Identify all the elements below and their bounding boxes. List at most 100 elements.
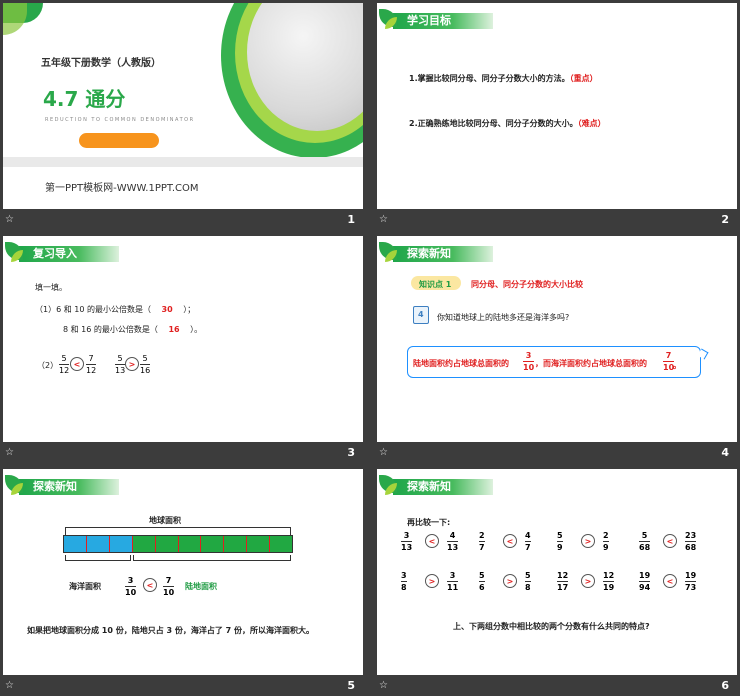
slide-number: 4 <box>721 446 729 459</box>
fraction: 4 13 <box>447 531 459 552</box>
fraction: 47 <box>525 531 531 552</box>
compare-circle: > <box>581 534 595 548</box>
line-1-end: ）； <box>183 305 196 314</box>
segment-land <box>201 536 225 552</box>
compare-circle: > <box>425 574 439 588</box>
answer-2: 16 <box>168 325 180 334</box>
star-icon[interactable]: ☆ <box>5 447 14 459</box>
fraction: 5 13 <box>115 354 126 375</box>
fraction: 5 12 <box>59 354 70 375</box>
knowledge-point-text: 同分母、同分子分数的大小比较 <box>471 280 583 289</box>
slide-footer: ☆ 4 <box>377 445 737 461</box>
compare-circle: > <box>581 574 595 588</box>
slide-canvas: 探索新知 知识点 1 同分母、同分子分数的大小比较 4 你知道地球上的陆地多还是… <box>377 236 737 442</box>
compare-circle: < <box>503 534 517 548</box>
slide-thumbnail-6[interactable]: 探索新知 再比较一下: 3 13 <4 13 2 7 <4 7 5 9 >2 9 5 68 <23 68 3 8 >… <box>377 469 737 694</box>
fraction: 7 10 <box>163 576 175 597</box>
fraction: 59 <box>557 531 563 552</box>
segment-land <box>132 536 156 552</box>
star-icon[interactable]: ☆ <box>5 680 14 692</box>
segment-ocean <box>109 536 133 552</box>
header-title: 探索新知 <box>33 480 77 493</box>
fraction: 38 <box>401 571 407 592</box>
answer-1: 30 <box>161 305 173 314</box>
summary-text: 如果把地球面积分成 10 份，陆地只占 3 份，海洋占了 7 份，所以海洋面积大… <box>27 626 314 635</box>
ocean-area-label: 海洋面积 <box>69 582 101 591</box>
goal-1-text: 1.掌握比较同分母、同分子分数大小的方法。 <box>409 74 570 83</box>
fraction: 12 17 <box>557 571 569 592</box>
fraction: 3 13 <box>401 531 413 552</box>
task-label: 填一填。 <box>35 283 67 292</box>
section-header: 探索新知 <box>377 475 493 495</box>
fraction: 7 12 <box>86 354 97 375</box>
slide-canvas: 探索新知 地球面积 海洋面积 3 10 < 7 10 陆地面积 如果把地球面积分成 … <box>3 469 363 675</box>
segment-ocean <box>86 536 110 552</box>
segment-land <box>247 536 271 552</box>
land-area-label: 陆地面积 <box>185 582 217 591</box>
bubble-text-b: ，而海洋面积约占地球总面积的 <box>535 359 647 368</box>
slide-thumbnail-5[interactable]: 探索新知 地球面积 海洋面积 3 10 < 7 10 陆地面积 如果把地球面积分成 … <box>3 469 363 694</box>
header-title: 复习导入 <box>33 247 77 260</box>
slide-thumbnail-2[interactable]: 学习目标 1.掌握比较同分母、同分子分数大小的方法。（重点） 2.正确熟练地比较… <box>377 3 737 228</box>
bubble-text-end: 。 <box>673 361 681 370</box>
slide-number: 5 <box>347 679 355 692</box>
question-number: 4 <box>418 310 424 319</box>
star-icon[interactable]: ☆ <box>379 447 388 459</box>
goal-2: 2.正确熟练地比较同分母、同分子分数的大小。（难点） <box>409 118 606 129</box>
compare-circle: < <box>70 357 84 371</box>
goal-1-tag: （重点） <box>569 74 598 83</box>
land-bracket <box>133 555 291 561</box>
slide-footer: ☆ 5 <box>3 678 363 694</box>
bubble-text-a: 陆地面积约占地球总面积的 <box>413 359 509 368</box>
segment-land <box>178 536 202 552</box>
slide1-title: 4.7 通分 <box>43 87 126 111</box>
slide1-website: 第一PPT模板网-WWW.1PPT.COM <box>45 183 199 194</box>
compare-circle: > <box>503 574 517 588</box>
slide-number: 2 <box>721 213 729 226</box>
fraction: 5 68 <box>639 531 651 552</box>
segment-ocean <box>64 536 87 552</box>
slide1-english: REDUCTION TO COMMON DENOMINATOR <box>45 117 195 123</box>
slide-footer: ☆ 6 <box>377 678 737 694</box>
ocean-bracket <box>65 555 131 561</box>
closing-question: 上、下两组分数中相比较的两个分数有什么共同的特点? <box>453 622 650 631</box>
slide-footer: ☆ 3 <box>3 445 363 461</box>
line-2-end: ）。 <box>190 325 203 334</box>
slide-thumbnail-1[interactable]: 五年级下册数学（人教版） 4.7 通分 REDUCTION TO COMMON … <box>3 3 363 228</box>
fraction: 27 <box>479 531 485 552</box>
slide-canvas: 复习导入 填一填。 （1）6 和 10 的最小公倍数是（ 30 ）； 8 和 1… <box>3 236 363 442</box>
section-header: 学习目标 <box>377 9 493 29</box>
question-line-2: 8 和 16 的最小公倍数是（ 16 ）。 <box>63 324 202 335</box>
goal-2-tag: （难点） <box>577 119 606 128</box>
fraction: 19 73 <box>685 571 697 592</box>
prompt-text: 再比较一下: <box>407 518 451 527</box>
segment-land <box>155 536 179 552</box>
compare-circle: < <box>663 534 677 548</box>
compare-circle: < <box>663 574 677 588</box>
line-1-text: （1）6 和 10 的最小公倍数是（ <box>35 305 151 314</box>
header-title: 探索新知 <box>407 480 451 493</box>
slide-footer: ☆ 2 <box>377 212 737 228</box>
earth-area-label: 地球面积 <box>149 516 181 525</box>
slide-number: 1 <box>347 213 355 226</box>
slide-footer: ☆ 1 <box>3 212 363 228</box>
slide-thumbnail-3[interactable]: 复习导入 填一填。 （1）6 和 10 的最小公倍数是（ 30 ）； 8 和 1… <box>3 236 363 461</box>
fraction: 58 <box>525 571 531 592</box>
knowledge-point-label: 知识点 1 <box>419 280 452 289</box>
section-header: 复习导入 <box>3 242 119 262</box>
fraction: 3 11 <box>447 571 459 592</box>
goal-2-text: 2.正确熟练地比较同分母、同分子分数的大小。 <box>409 119 578 128</box>
star-icon[interactable]: ☆ <box>379 680 388 692</box>
fraction: 3 10 <box>125 576 137 597</box>
line-2-text: 8 和 16 的最小公倍数是（ <box>63 325 158 334</box>
star-icon[interactable]: ☆ <box>379 214 388 226</box>
slide1-subtitle: 五年级下册数学（人教版） <box>41 58 161 69</box>
slide-canvas: 学习目标 1.掌握比较同分母、同分子分数大小的方法。（重点） 2.正确熟练地比较… <box>377 3 737 209</box>
question-text: 你知道地球上的陆地多还是海洋多吗? <box>437 313 570 322</box>
gray-band <box>3 157 363 167</box>
star-icon[interactable]: ☆ <box>5 214 14 226</box>
area-bar <box>63 535 293 553</box>
slide-thumbnail-4[interactable]: 探索新知 知识点 1 同分母、同分子分数的大小比较 4 你知道地球上的陆地多还是… <box>377 236 737 461</box>
segment-land <box>270 536 293 552</box>
part-2-label: （2） <box>37 361 59 370</box>
